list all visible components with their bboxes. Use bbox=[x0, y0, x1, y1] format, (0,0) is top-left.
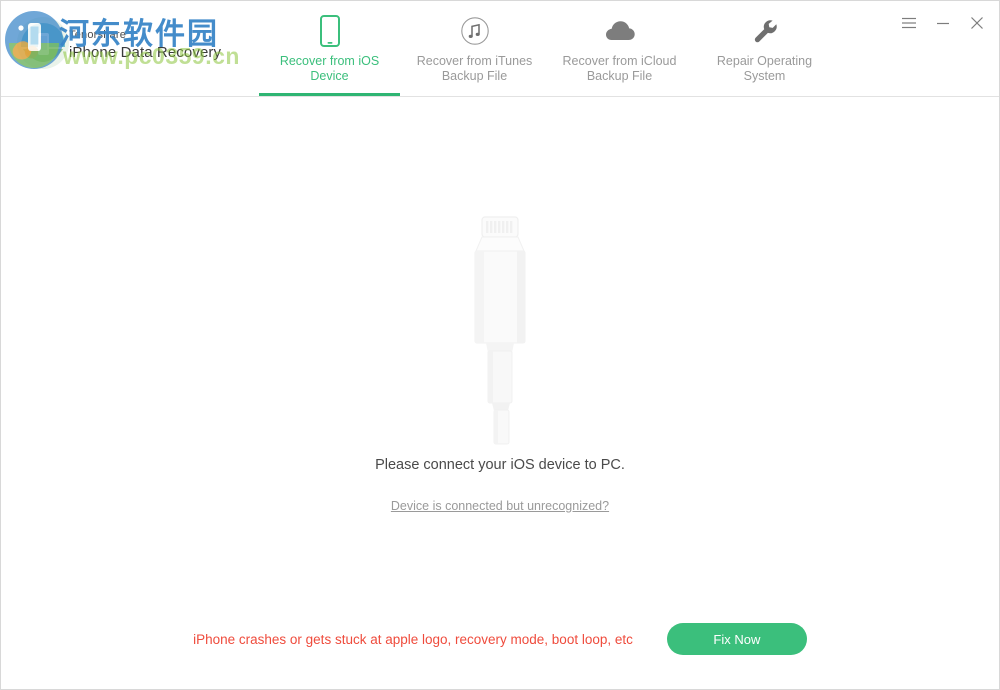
close-icon[interactable] bbox=[969, 15, 985, 31]
lightning-cable-illustration bbox=[474, 216, 526, 445]
mode-tabs: Recover from iOS Device Recover from iTu… bbox=[257, 1, 837, 97]
brand-name: Tenorshare bbox=[69, 29, 127, 41]
wrench-icon bbox=[750, 14, 780, 48]
window-controls bbox=[901, 15, 985, 31]
cable-illustration-wrapper bbox=[1, 215, 999, 445]
bottom-bar: iPhone crashes or gets stuck at apple lo… bbox=[1, 609, 999, 669]
unrecognized-link-wrapper: Device is connected but unrecognized? bbox=[1, 497, 999, 515]
tab-recover-from-itunes-backup-file[interactable]: Recover from iTunes Backup File bbox=[402, 1, 547, 96]
itunes-note-icon bbox=[460, 14, 490, 48]
device-unrecognized-link[interactable]: Device is connected but unrecognized? bbox=[391, 499, 609, 513]
tab-label: Recover from iTunes Backup File bbox=[416, 54, 533, 83]
tab-recover-from-ios-device[interactable]: Recover from iOS Device bbox=[257, 1, 402, 96]
product-name: iPhone Data Recovery bbox=[69, 43, 222, 61]
brand-logo: Tenorshare iPhone Data Recovery bbox=[11, 9, 251, 81]
menu-icon[interactable] bbox=[901, 15, 917, 31]
tenorshare-logo-icon bbox=[17, 17, 69, 69]
main-content: Please connect your iOS device to PC. De… bbox=[1, 97, 999, 689]
connect-message: Please connect your iOS device to PC. bbox=[375, 457, 625, 473]
tab-repair-operating-system[interactable]: Repair Operating System bbox=[692, 1, 837, 96]
tab-label: Recover from iOS Device bbox=[279, 54, 380, 83]
tab-recover-from-icloud-backup-file[interactable]: Recover from iCloud Backup File bbox=[547, 1, 692, 96]
minimize-icon[interactable] bbox=[935, 15, 951, 31]
app-header: Tenorshare iPhone Data Recovery 河东软件园 ww… bbox=[1, 1, 999, 97]
tab-label: Recover from iCloud Backup File bbox=[562, 54, 677, 83]
cloud-icon bbox=[603, 14, 637, 48]
phone-icon bbox=[319, 14, 340, 48]
fix-now-button[interactable]: Fix Now bbox=[666, 623, 807, 655]
crash-note-text: iPhone crashes or gets stuck at apple lo… bbox=[193, 631, 633, 647]
application-window: Tenorshare iPhone Data Recovery 河东软件园 ww… bbox=[0, 0, 1000, 690]
tab-label: Repair Operating System bbox=[716, 54, 813, 83]
